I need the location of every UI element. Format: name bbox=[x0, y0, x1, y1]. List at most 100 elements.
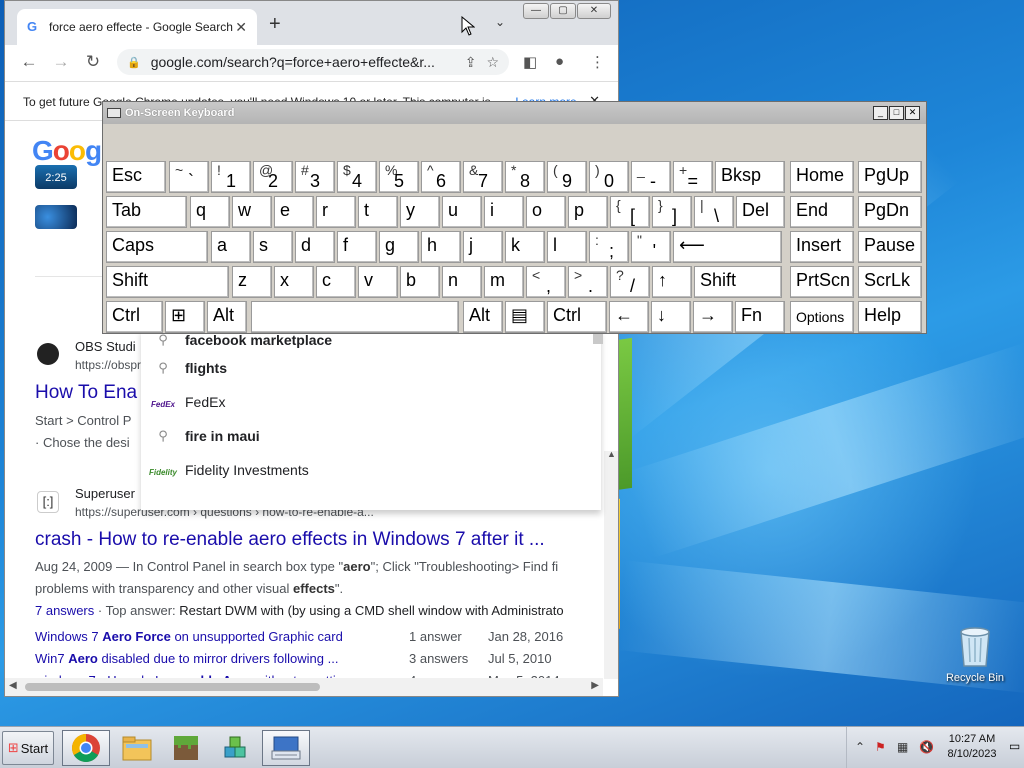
options-key[interactable]: Options bbox=[790, 301, 854, 333]
share-icon[interactable]: ⇪ bbox=[465, 54, 477, 71]
show-desktop-icon[interactable]: ▭ bbox=[1009, 739, 1020, 753]
suggestion-item[interactable]: Fidelity Fidelity Investments bbox=[141, 453, 601, 487]
key-z[interactable]: z bbox=[232, 266, 272, 298]
key-a[interactable]: a bbox=[211, 231, 251, 263]
key-4[interactable]: $4 bbox=[337, 161, 377, 193]
bookmark-star-icon[interactable]: ☆ bbox=[486, 54, 499, 71]
down-arrow-key[interactable]: ↓ bbox=[651, 301, 691, 333]
key-j[interactable]: j bbox=[463, 231, 503, 263]
vertical-scrollbar[interactable]: ▲ ▼ bbox=[604, 449, 618, 679]
taskbar-cubes-app[interactable] bbox=[212, 730, 260, 766]
key-r[interactable]: r bbox=[316, 196, 356, 228]
right-arrow-key[interactable]: → bbox=[693, 301, 733, 333]
backspace-key[interactable]: Bksp bbox=[715, 161, 785, 193]
menu-kebab-icon[interactable]: ⋮ bbox=[590, 53, 605, 71]
close-button[interactable]: ✕ bbox=[577, 3, 611, 19]
key-9[interactable]: (9 bbox=[547, 161, 587, 193]
suggestion-item[interactable]: ⚲ flights bbox=[141, 351, 601, 385]
help-key[interactable]: Help bbox=[858, 301, 922, 333]
menu-key[interactable]: ▤ bbox=[505, 301, 545, 333]
scroll-up-icon[interactable]: ▲ bbox=[607, 449, 616, 459]
esc-key[interactable]: Esc bbox=[106, 161, 166, 193]
symbol-key[interactable]: _ - bbox=[631, 161, 671, 193]
pause-key[interactable]: Pause bbox=[858, 231, 922, 263]
taskbar-on-screen-keyboard[interactable] bbox=[262, 730, 310, 766]
start-button[interactable]: ⊞ Start bbox=[2, 731, 54, 765]
windows-key[interactable]: ⊞ bbox=[165, 301, 205, 333]
ctrl-key[interactable]: Ctrl bbox=[547, 301, 607, 333]
end-key[interactable]: End bbox=[790, 196, 854, 228]
symbol-key[interactable]: ~ ` bbox=[169, 161, 209, 193]
scroll-right-icon[interactable]: ▶ bbox=[591, 680, 599, 691]
symbol-key[interactable]: :; bbox=[589, 231, 629, 263]
key-t[interactable]: t bbox=[358, 196, 398, 228]
left-arrow-key[interactable]: ← bbox=[609, 301, 649, 333]
key-3[interactable]: #3 bbox=[295, 161, 335, 193]
browser-tab[interactable]: G force aero effecte - Google Search ✕ bbox=[17, 9, 257, 45]
alt-key[interactable]: Alt bbox=[207, 301, 247, 333]
enter-key[interactable]: ⟵ bbox=[673, 231, 782, 263]
tab-search-chevron-icon[interactable]: ⌄ bbox=[495, 15, 505, 29]
key-h[interactable]: h bbox=[421, 231, 461, 263]
insert-key[interactable]: Insert bbox=[790, 231, 854, 263]
key-n[interactable]: n bbox=[442, 266, 482, 298]
osk-minimize-button[interactable]: _ bbox=[873, 106, 888, 120]
taskbar-explorer[interactable] bbox=[113, 730, 161, 766]
action-center-icon[interactable]: ⚑ bbox=[875, 740, 886, 754]
maximize-button[interactable]: ▢ bbox=[550, 3, 576, 19]
space-key[interactable] bbox=[251, 301, 459, 333]
osk-maximize-button[interactable]: □ bbox=[889, 106, 904, 120]
fn-key[interactable]: Fn bbox=[735, 301, 785, 333]
symbol-key[interactable]: >. bbox=[568, 266, 608, 298]
clock[interactable]: 10:27 AM 8/10/2023 bbox=[941, 732, 1003, 762]
recycle-bin[interactable]: Recycle Bin bbox=[940, 624, 1010, 684]
address-bar[interactable]: 🔒 google.com/search?q=force+aero+effecte… bbox=[117, 49, 509, 75]
key-i[interactable]: i bbox=[484, 196, 524, 228]
up-arrow-key[interactable]: ↑ bbox=[652, 266, 692, 298]
key-u[interactable]: u bbox=[442, 196, 482, 228]
key-1[interactable]: ! 1 bbox=[211, 161, 251, 193]
taskbar-chrome[interactable] bbox=[62, 730, 110, 766]
key-s[interactable]: s bbox=[253, 231, 293, 263]
network-icon[interactable]: ▦ bbox=[897, 740, 908, 754]
side-panel-icon[interactable]: ◧ bbox=[523, 53, 537, 71]
volume-muted-icon[interactable]: 🔇 bbox=[919, 740, 934, 754]
key-g[interactable]: g bbox=[379, 231, 419, 263]
symbol-key[interactable]: + = bbox=[673, 161, 713, 193]
new-tab-icon[interactable]: + bbox=[269, 13, 281, 36]
key-o[interactable]: o bbox=[526, 196, 566, 228]
key-p[interactable]: p bbox=[568, 196, 608, 228]
related-question-link[interactable]: Win7 Aero disabled due to mirror drivers… bbox=[35, 651, 338, 666]
google-logo[interactable]: Goog bbox=[32, 135, 102, 167]
symbol-key[interactable]: }] bbox=[652, 196, 692, 228]
tab-close-icon[interactable]: ✕ bbox=[235, 19, 247, 36]
key-l[interactable]: l bbox=[547, 231, 587, 263]
symbol-key[interactable]: | \ bbox=[694, 196, 734, 228]
result-title-link[interactable]: crash - How to re-enable aero effects in… bbox=[35, 529, 545, 551]
key-7[interactable]: & 7 bbox=[463, 161, 503, 193]
osk-close-button[interactable]: ✕ bbox=[905, 106, 920, 120]
symbol-key[interactable]: " ' bbox=[631, 231, 671, 263]
key-x[interactable]: x bbox=[274, 266, 314, 298]
caps-key[interactable]: Caps bbox=[106, 231, 208, 263]
suggestion-item[interactable]: ⚲ fire in maui bbox=[141, 419, 601, 453]
forward-arrow-icon[interactable]: → bbox=[47, 52, 75, 72]
key-c[interactable]: c bbox=[316, 266, 356, 298]
osk-titlebar[interactable]: On-Screen Keyboard bbox=[103, 102, 926, 124]
key-d[interactable]: d bbox=[295, 231, 335, 263]
video-thumbnail[interactable]: 2:25 bbox=[35, 165, 77, 189]
horizontal-scrollbar[interactable]: ◀ ▶ bbox=[5, 678, 603, 696]
key-y[interactable]: y bbox=[400, 196, 440, 228]
key-e[interactable]: e bbox=[274, 196, 314, 228]
taskbar-minecraft[interactable] bbox=[162, 730, 210, 766]
profile-avatar-icon[interactable]: ● bbox=[555, 53, 564, 70]
result-title-link[interactable]: How To Ena bbox=[35, 382, 137, 404]
video-thumbnail[interactable] bbox=[35, 205, 77, 229]
suggestion-item[interactable]: FedEx FedEx bbox=[141, 385, 601, 419]
key-q[interactable]: q bbox=[190, 196, 230, 228]
scroll-thumb[interactable] bbox=[25, 683, 320, 691]
reload-icon[interactable]: ↻ bbox=[79, 52, 107, 72]
related-question-link[interactable]: Windows 7 Aero Force on unsupported Grap… bbox=[35, 629, 343, 644]
tray-expand-icon[interactable]: ⌃ bbox=[855, 740, 865, 754]
key-w[interactable]: w bbox=[232, 196, 272, 228]
